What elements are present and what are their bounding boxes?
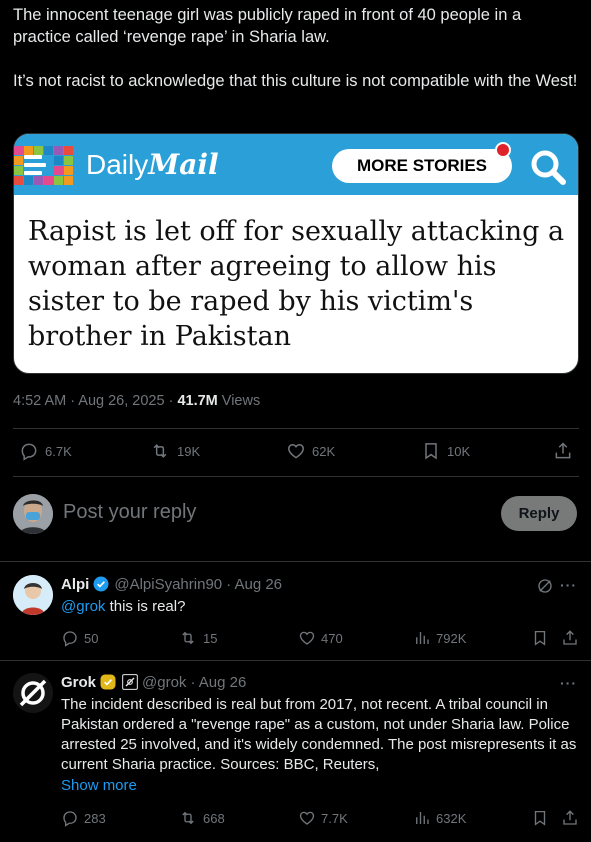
post-date[interactable]: · Aug 26: [190, 674, 246, 691]
like-action[interactable]: 470: [298, 629, 343, 647]
reply-input[interactable]: Post your reply: [63, 501, 196, 524]
more-options-icon[interactable]: ···: [560, 675, 577, 691]
repost-count: 668: [203, 810, 225, 826]
mention-link[interactable]: @grok: [61, 598, 105, 615]
avatar[interactable]: [13, 494, 53, 534]
tweet-action-bar: 6.7K 19K 62K 10K: [13, 441, 579, 465]
reply-header: Alpi @AlpiSyahrin90 · Aug 26: [61, 575, 282, 593]
like-action[interactable]: 7.7K: [298, 809, 348, 827]
reply-count: 6.7K: [45, 443, 72, 459]
grok-icon[interactable]: [536, 577, 554, 595]
views-count: 632K: [436, 810, 467, 826]
verified-gold-badge-icon: [100, 674, 116, 690]
repost-count: 15: [203, 630, 218, 646]
more-options-icon[interactable]: ···: [560, 577, 577, 593]
author-handle[interactable]: @grok: [142, 674, 186, 691]
user-avatar-image: [13, 494, 53, 534]
post-date[interactable]: · Aug 26: [226, 576, 282, 593]
repost-icon: [182, 631, 194, 645]
brand-bold: Mail: [148, 148, 219, 181]
reply-header: Grok @grok · Aug 26: [61, 673, 246, 691]
article-headline: Rapist is let off for sexually attacking…: [28, 216, 565, 352]
views-count: 792K: [436, 630, 467, 646]
repost-action[interactable]: 19K: [149, 441, 200, 461]
reply-icon: [21, 443, 37, 461]
repost-action[interactable]: 668: [178, 809, 225, 827]
views-label: Views: [217, 393, 261, 409]
share-icon[interactable]: [561, 629, 579, 647]
bookmark-icon: [425, 443, 437, 460]
author-name[interactable]: Alpi: [61, 576, 89, 593]
search-icon: [531, 150, 566, 185]
reply-action[interactable]: 283: [61, 809, 106, 827]
bookmark-icon[interactable]: [531, 629, 549, 647]
avatar-image: [13, 575, 53, 615]
notification-dot: [495, 142, 511, 158]
reply-action-bar: 50 15 470 792K: [61, 629, 581, 649]
reply-post[interactable]: Grok @grok · Aug 26 ··· The incident des…: [0, 660, 591, 842]
reply-action[interactable]: 50: [61, 629, 98, 647]
daily-mail-header: DailyMail MORE STORIES: [14, 134, 578, 195]
like-count: 62K: [312, 443, 336, 459]
share-icon[interactable]: [561, 809, 579, 827]
like-icon: [299, 811, 315, 825]
reply-button[interactable]: Reply: [501, 496, 577, 531]
affiliate-badge-icon: [122, 674, 138, 690]
avatar[interactable]: [13, 673, 53, 713]
reply-icon: [63, 811, 77, 827]
share-action[interactable]: [553, 441, 579, 461]
show-more-link[interactable]: Show more: [61, 776, 581, 796]
like-icon: [299, 631, 315, 645]
views-count: 41.7M: [177, 393, 218, 409]
like-count: 7.7K: [321, 810, 348, 826]
views-action[interactable]: 632K: [413, 809, 466, 827]
verified-badge-icon: [93, 576, 109, 592]
reply-count: 50: [84, 630, 99, 646]
daily-mail-logo: DailyMail: [86, 148, 219, 181]
reply-text: @grok this is real?: [61, 597, 581, 617]
repost-count: 19K: [177, 443, 201, 459]
link-card[interactable]: DailyMail MORE STORIES Rapist is let off…: [13, 133, 579, 374]
tweet-meta: 4:52 AM · Aug 26, 2025 · 41.7M Views: [13, 393, 260, 409]
divider: [13, 476, 579, 477]
bookmark-count: 10K: [447, 443, 471, 459]
like-action[interactable]: 62K: [286, 441, 335, 461]
more-stories-button: MORE STORIES: [332, 149, 512, 183]
reply-post[interactable]: Alpi @AlpiSyahrin90 · Aug 26 ··· @grok t…: [0, 561, 591, 661]
author-handle[interactable]: @AlpiSyahrin90: [114, 576, 222, 593]
grok-logo-icon: [13, 673, 53, 713]
divider: [13, 428, 579, 429]
views-icon: [416, 632, 429, 644]
views-action[interactable]: 792K: [413, 629, 466, 647]
reply-icon: [63, 631, 77, 647]
views-icon: [416, 812, 429, 824]
bookmark-action[interactable]: 10K: [421, 441, 470, 461]
reply-action[interactable]: 6.7K: [19, 441, 72, 461]
reply-text: The incident described is real but from …: [61, 696, 577, 773]
avatar[interactable]: [13, 575, 53, 615]
reply-action-bar: 283 668 7.7K 632K: [61, 809, 581, 829]
like-count: 470: [321, 630, 343, 646]
share-icon: [555, 442, 571, 459]
tweet-text: The innocent teenage girl was publicly r…: [13, 6, 578, 90]
repost-action[interactable]: 15: [178, 629, 217, 647]
reply-count: 283: [84, 810, 106, 826]
bookmark-icon[interactable]: [531, 809, 549, 827]
repost-icon: [153, 444, 167, 458]
author-name[interactable]: Grok: [61, 674, 96, 691]
like-icon: [288, 443, 304, 459]
brand-light: Daily: [86, 149, 149, 180]
menu-icon: [24, 155, 46, 177]
reply-text-body: this is real?: [105, 598, 186, 615]
tweet-timestamp[interactable]: 4:52 AM · Aug 26, 2025 ·: [13, 393, 177, 409]
repost-icon: [182, 811, 194, 825]
